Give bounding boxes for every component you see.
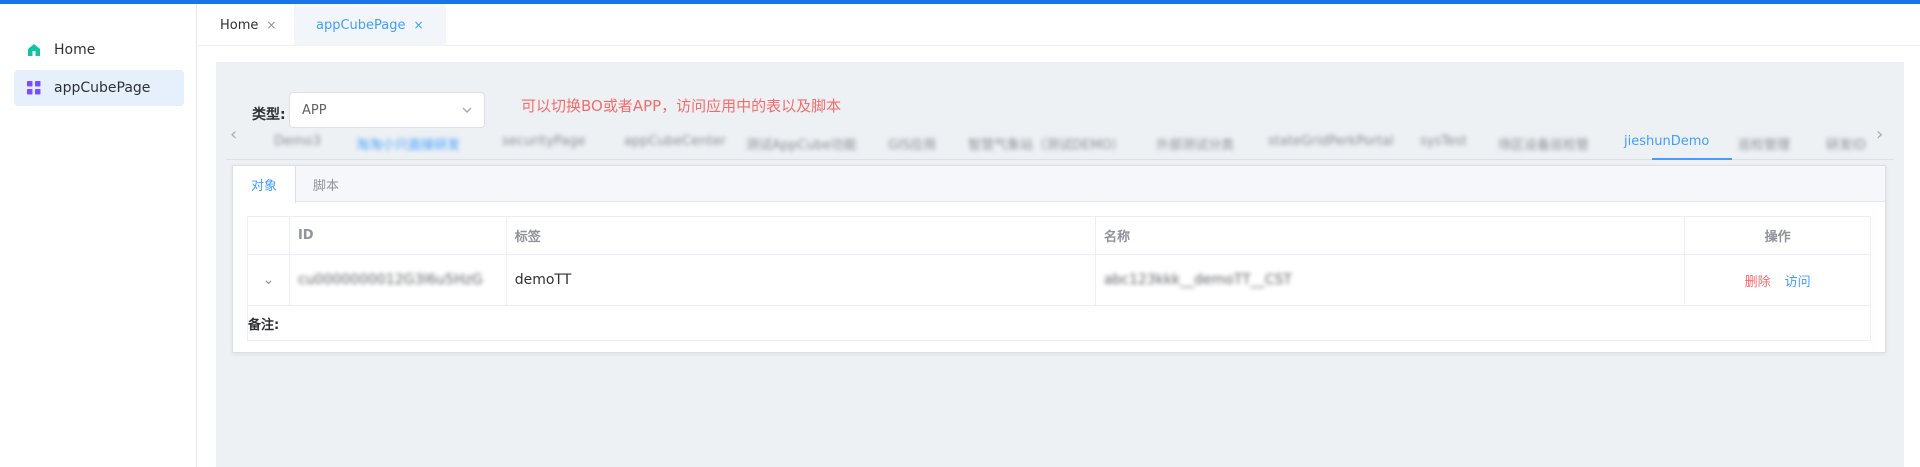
header-tabs: Home × appCubePage × <box>198 4 1920 46</box>
header-expand <box>248 217 290 254</box>
app-tab[interactable]: appCubeCenter <box>624 134 726 149</box>
chevron-left-icon[interactable]: ‹ <box>230 124 237 145</box>
app-tab[interactable]: 淘淘小只面接研发 <box>356 134 460 153</box>
app-tab[interactable]: 测试AppCube功能 <box>746 134 857 153</box>
app-tab[interactable]: GIS应用 <box>888 134 936 153</box>
delete-link[interactable]: 删除 <box>1745 271 1771 290</box>
home-icon <box>26 42 42 58</box>
tab-label: appCubePage <box>316 17 406 33</box>
card-tabs: 对象 脚本 <box>233 166 1885 203</box>
app-tab[interactable]: Demo3 <box>274 134 321 149</box>
sidebar-item-label: Home <box>54 42 96 58</box>
app-tab-active[interactable]: jieshunDemo <box>1624 134 1709 149</box>
name-value: abc123kkk__demoTT__CST <box>1103 272 1292 288</box>
app-tab[interactable]: 巡检管理 <box>1738 134 1790 153</box>
app-tab[interactable]: 研发ID <box>1826 134 1866 153</box>
header-id: ID <box>290 217 507 254</box>
header-actions: 操作 <box>1764 230 1791 245</box>
hint-text: 可以切换BO或者APP，访问应用中的表以及脚本 <box>521 97 842 115</box>
sidebar-item-label: appCubePage <box>54 80 151 96</box>
cell-label: demoTT <box>507 255 1096 305</box>
app-tab[interactable]: securityPage <box>502 134 585 149</box>
header-label: 标签 <box>507 217 1096 254</box>
app-tab[interactable]: sysTest <box>1420 134 1467 149</box>
remark-label: 备注: <box>248 317 280 333</box>
app-tab[interactable]: stateGridPerkPortal <box>1268 134 1394 149</box>
main-content: 类型: APP 可以切换BO或者APP，访问应用中的表以及脚本 ‹ Demo3 … <box>198 46 1920 467</box>
objects-table: ID 标签 名称 操作 ⌄ cu0000000012G3l6u5HzG demo… <box>247 216 1871 341</box>
app-tab[interactable]: 智慧气象站（测试DEMO） <box>968 134 1125 153</box>
close-icon[interactable]: × <box>266 18 276 32</box>
cell-actions: 删除 访问 <box>1685 255 1870 305</box>
chevron-down-icon <box>460 103 474 117</box>
close-icon[interactable]: × <box>414 18 424 32</box>
cell-name: abc123kkk__demoTT__CST <box>1096 255 1686 305</box>
sidebar-item-home[interactable]: Home <box>14 32 184 68</box>
tab-home[interactable]: Home × <box>198 4 298 46</box>
sidebar: Home appCubePage <box>0 4 197 467</box>
tab-appcubepage[interactable]: appCubePage × <box>294 4 446 46</box>
app-tabs: ‹ Demo3 淘淘小只面接研发 securityPage appCubeCen… <box>226 118 1894 160</box>
app-tab[interactable]: 场区设备巡检管 <box>1498 134 1589 153</box>
cell-id: cu0000000012G3l6u5HzG <box>290 255 507 305</box>
object-card: 对象 脚本 ID 标签 名称 操作 ⌄ cu0000000012G3l6u5Hz… <box>232 165 1886 353</box>
id-value: cu0000000012G3l6u5HzG <box>297 272 483 288</box>
remark-row: 备注: <box>248 306 1870 340</box>
tab-label: Home <box>220 17 259 33</box>
app-tab[interactable]: 外部测试分类 <box>1156 134 1234 153</box>
chevron-right-icon[interactable]: › <box>1876 124 1883 145</box>
header-name: 名称 <box>1096 217 1686 254</box>
tab-objects[interactable]: 对象 <box>233 166 297 203</box>
type-select-value: APP <box>302 102 327 118</box>
grid-icon <box>26 80 42 96</box>
expand-row-icon[interactable]: ⌄ <box>248 255 290 305</box>
active-tab-indicator <box>1652 158 1732 160</box>
tab-scripts[interactable]: 脚本 <box>295 166 357 202</box>
sidebar-item-appcubepage[interactable]: appCubePage <box>14 70 184 106</box>
table-header: ID 标签 名称 操作 <box>248 217 1870 255</box>
visit-link[interactable]: 访问 <box>1785 271 1811 290</box>
content-panel: 类型: APP 可以切换BO或者APP，访问应用中的表以及脚本 ‹ Demo3 … <box>216 62 1904 467</box>
table-row: ⌄ cu0000000012G3l6u5HzG demoTT abc123kkk… <box>248 255 1870 306</box>
